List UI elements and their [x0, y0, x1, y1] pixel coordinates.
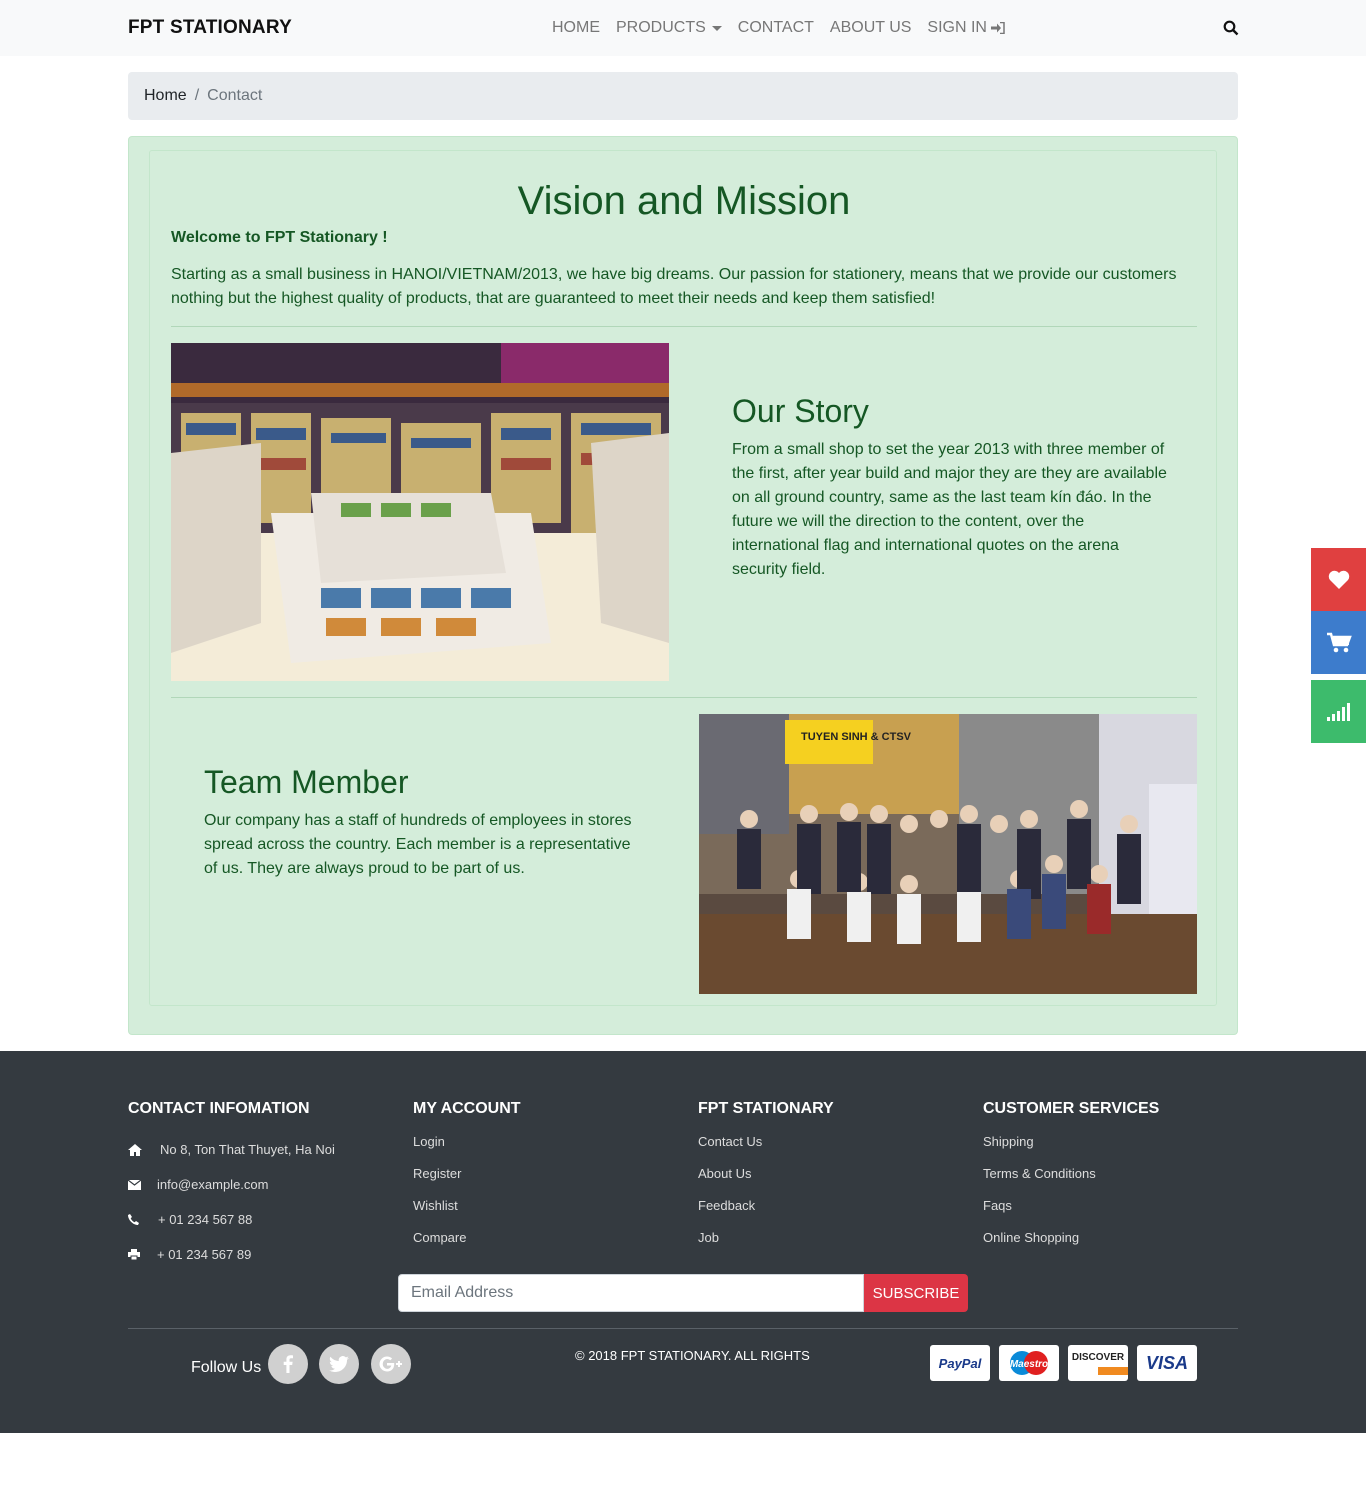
compare-side-button[interactable] [1311, 680, 1366, 743]
google-plus-icon [379, 1356, 402, 1372]
contact-phone: + 01 234 567 88 [128, 1202, 335, 1237]
email-subscribe-input[interactable] [398, 1274, 864, 1312]
store-photo [171, 343, 669, 681]
footer-link-terms[interactable]: Terms & Conditions [983, 1158, 1159, 1190]
subscribe-button[interactable]: SUBSCRIBE [864, 1274, 968, 1312]
footer-services: CUSTOMER SERVICES Shipping Terms & Condi… [983, 1100, 1159, 1254]
nav-signin-label: SIGN IN [927, 19, 987, 36]
twitter-button[interactable] [319, 1344, 359, 1384]
twitter-icon [329, 1356, 349, 1372]
subscribe-form: SUBSCRIBE [398, 1274, 968, 1312]
sign-in-icon [990, 22, 1005, 34]
divider [171, 326, 1197, 327]
footer-company: FPT STATIONARY Contact Us About Us Feedb… [698, 1100, 834, 1254]
footer-link-contact-us[interactable]: Contact Us [698, 1126, 834, 1158]
cart-side-button[interactable] [1311, 611, 1366, 674]
team-heading: Team Member [204, 764, 409, 800]
contact-fax-text: + 01 234 567 89 [157, 1247, 252, 1262]
footer-link-shipping[interactable]: Shipping [983, 1126, 1159, 1158]
breadcrumb-current: Contact [207, 87, 263, 104]
facebook-button[interactable] [268, 1344, 308, 1384]
svg-text:Maestro: Maestro [1010, 1359, 1048, 1370]
footer-divider [128, 1328, 1238, 1329]
facebook-icon [283, 1355, 293, 1373]
breadcrumb-separator: / [194, 87, 200, 104]
footer-link-compare[interactable]: Compare [413, 1222, 521, 1254]
chevron-down-icon [711, 25, 722, 31]
paypal-logo: PayPal [930, 1345, 990, 1381]
nav-products-label: PRODUCTS [616, 19, 706, 36]
footer-link-wishlist[interactable]: Wishlist [413, 1190, 521, 1222]
contact-email: info@example.com [128, 1167, 335, 1202]
nav-products[interactable]: PRODUCTS [616, 19, 722, 37]
copyright-text: © 2018 FPT STATIONARY. ALL RIGHTS [575, 1348, 810, 1363]
heart-icon [1328, 570, 1349, 589]
footer-link-feedback[interactable]: Feedback [698, 1190, 834, 1222]
signal-bars-icon [1326, 702, 1350, 721]
team-text: Our company has a staff of hundreds of e… [204, 812, 632, 877]
breadcrumb-home[interactable]: Home [144, 87, 187, 105]
main-nav: HOME PRODUCTS CONTACT ABOUT US SIGN IN [552, 19, 1005, 37]
team-photo-banner: TUYEN SINH & CTSV [801, 731, 912, 743]
phone-icon [128, 1214, 139, 1225]
breadcrumb: Home / Contact [128, 72, 1238, 120]
footer-contact: CONTACT INFOMATION No 8, Ton That Thuyet… [128, 1100, 335, 1272]
discover-logo-text: DISCOVER [1071, 1351, 1125, 1363]
footer-services-heading: CUSTOMER SERVICES [983, 1100, 1160, 1117]
contact-phone-text: + 01 234 567 88 [158, 1212, 253, 1227]
site-footer: CONTACT INFOMATION No 8, Ton That Thuyet… [0, 1051, 1366, 1433]
contact-address: No 8, Ton That Thuyet, Ha Noi [128, 1132, 335, 1167]
footer-company-heading: FPT STATIONARY [698, 1100, 834, 1117]
follow-us-label: Follow Us [191, 1359, 262, 1376]
story-text: From a small shop to set the year 2013 w… [732, 441, 1167, 578]
contact-email-text[interactable]: info@example.com [157, 1177, 268, 1192]
cart-icon [1326, 632, 1352, 652]
about-card-inner: Vision and Mission Welcome to FPT Statio… [149, 150, 1217, 1006]
about-card: Vision and Mission Welcome to FPT Statio… [128, 136, 1238, 1035]
contact-fax: + 01 234 567 89 [128, 1237, 335, 1272]
discover-logo: DISCOVER [1068, 1345, 1128, 1381]
footer-link-about-us[interactable]: About Us [698, 1158, 834, 1190]
brand-logo[interactable]: FPT STATIONARY [128, 17, 292, 39]
nav-contact[interactable]: CONTACT [738, 19, 814, 37]
footer-contact-heading: CONTACT INFOMATION [128, 1100, 310, 1117]
divider [171, 697, 1197, 698]
welcome-text: Welcome to FPT Stationary ! [171, 229, 388, 246]
wishlist-side-button[interactable] [1311, 548, 1366, 611]
footer-link-register[interactable]: Register [413, 1158, 521, 1190]
search-icon[interactable] [1223, 20, 1239, 36]
footer-account: MY ACCOUNT Login Register Wishlist Compa… [413, 1100, 521, 1254]
footer-account-heading: MY ACCOUNT [413, 1100, 521, 1117]
envelope-icon [128, 1179, 141, 1190]
top-navbar: FPT STATIONARY HOME PRODUCTS CONTACT ABO… [0, 0, 1366, 56]
footer-link-login[interactable]: Login [413, 1126, 521, 1158]
footer-link-faqs[interactable]: Faqs [983, 1190, 1159, 1222]
page-title: Vision and Mission [517, 179, 851, 223]
intro-paragraph: Starting as a small business in HANOI/VI… [171, 266, 1177, 307]
home-icon [128, 1143, 142, 1156]
nav-about[interactable]: ABOUT US [830, 19, 912, 37]
visa-logo: VISA [1137, 1345, 1197, 1381]
team-photo: TUYEN SINH & CTSV [699, 714, 1197, 994]
nav-home[interactable]: HOME [552, 19, 600, 37]
contact-address-text: No 8, Ton That Thuyet, Ha Noi [160, 1142, 335, 1157]
google-plus-button[interactable] [371, 1344, 411, 1384]
print-icon [128, 1249, 140, 1260]
footer-link-job[interactable]: Job [698, 1222, 834, 1254]
footer-link-online-shopping[interactable]: Online Shopping [983, 1222, 1159, 1254]
nav-signin[interactable]: SIGN IN [927, 19, 1005, 37]
maestro-logo: Maestro [999, 1345, 1059, 1381]
story-heading: Our Story [732, 393, 869, 429]
